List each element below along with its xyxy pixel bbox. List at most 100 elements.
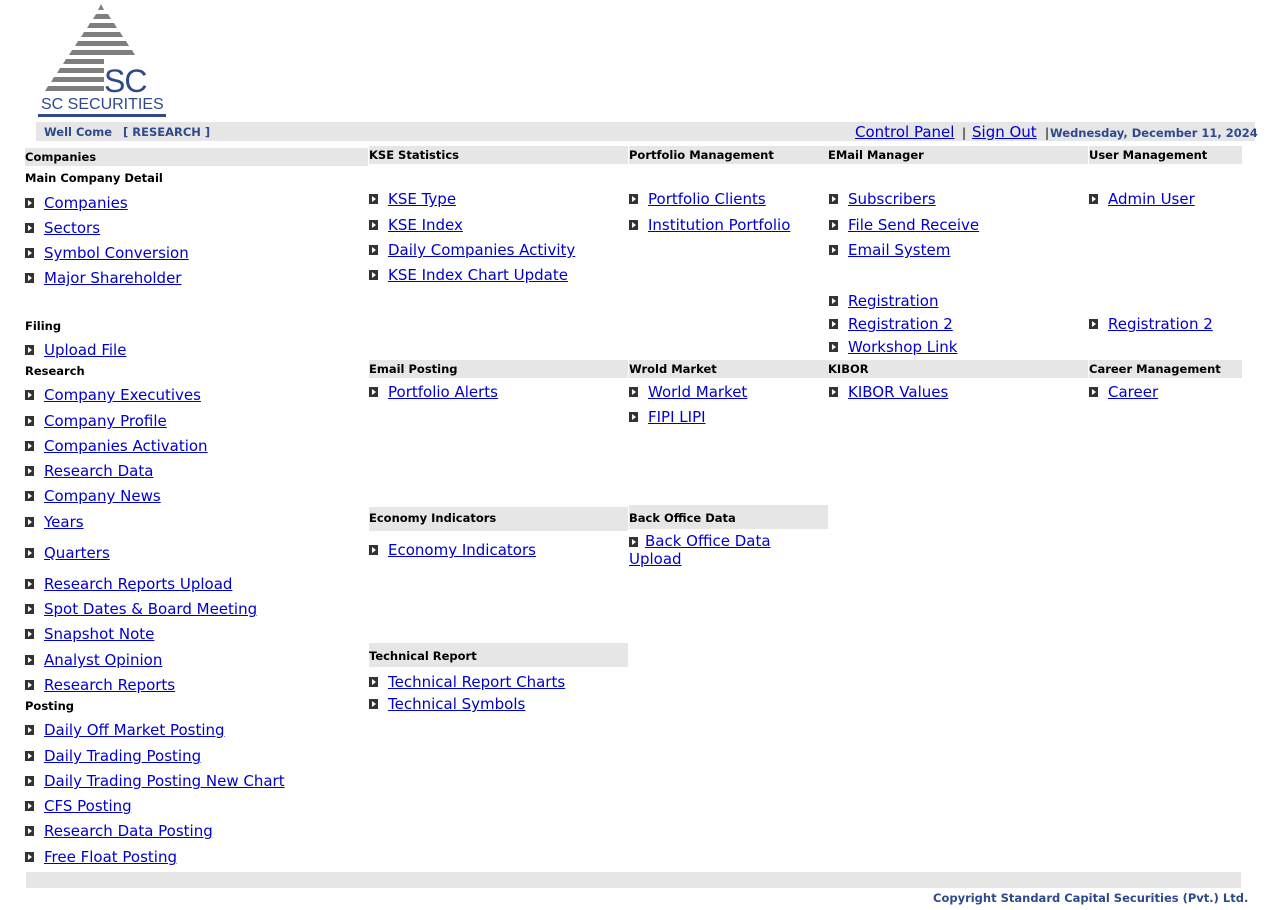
- kse-index-chart-update-link[interactable]: KSE Index Chart Update: [388, 266, 568, 284]
- career-link[interactable]: Career: [1108, 383, 1158, 401]
- list-item: Registration 2: [1089, 314, 1213, 334]
- technical-report-charts-link[interactable]: Technical Report Charts: [388, 673, 565, 691]
- companies-link[interactable]: Companies: [44, 194, 128, 212]
- company-executives-link[interactable]: Company Executives: [44, 386, 201, 404]
- list-item: Company Executives: [25, 385, 201, 405]
- daily-off-market-posting-link[interactable]: Daily Off Market Posting: [44, 721, 225, 739]
- arrow-bullet-icon: [829, 319, 838, 329]
- arrow-bullet-icon: [25, 345, 34, 355]
- major-shareholder-link[interactable]: Major Shareholder: [44, 269, 181, 287]
- companies-heading: Companies: [25, 148, 368, 166]
- list-item: Research Reports Upload: [25, 574, 232, 594]
- arrow-bullet-icon: [25, 491, 34, 501]
- research-data-posting-link[interactable]: Research Data Posting: [44, 822, 213, 840]
- list-item: Email System: [829, 240, 950, 260]
- back-office-data-upload-link[interactable]: Back Office Data Upload: [629, 532, 771, 568]
- subscribers-link[interactable]: Subscribers: [848, 190, 936, 208]
- company-news-link[interactable]: Company News: [44, 487, 161, 505]
- years-link[interactable]: Years: [44, 513, 84, 531]
- control-panel-link[interactable]: Control Panel: [855, 123, 954, 141]
- list-item: Registration: [829, 291, 938, 311]
- back-office-data-heading: Back Office Data: [629, 505, 828, 529]
- email-system-link[interactable]: Email System: [848, 241, 950, 259]
- arrow-bullet-icon: [25, 826, 34, 836]
- cfs-posting-link[interactable]: CFS Posting: [44, 797, 132, 815]
- free-float-posting-link[interactable]: Free Float Posting: [44, 848, 177, 866]
- kse-index-link[interactable]: KSE Index: [388, 216, 463, 234]
- kse-statistics-heading: KSE Statistics: [369, 146, 628, 164]
- filing-label: Filing: [25, 319, 62, 333]
- registration-2-link[interactable]: Registration 2: [1108, 315, 1213, 333]
- technical-symbols-link[interactable]: Technical Symbols: [388, 695, 525, 713]
- daily-trading-posting-new-chart-link[interactable]: Daily Trading Posting New Chart: [44, 772, 285, 790]
- upload-file-link[interactable]: Upload File: [44, 341, 126, 359]
- list-item: Research Data Posting: [25, 821, 213, 841]
- arrow-bullet-icon: [25, 725, 34, 735]
- institution-portfolio-link[interactable]: Institution Portfolio: [648, 216, 790, 234]
- list-item: KSE Type: [369, 189, 456, 209]
- kibor-values-link[interactable]: KIBOR Values: [848, 383, 948, 401]
- workshop-link[interactable]: Workshop Link: [848, 338, 958, 356]
- economy-indicators-link[interactable]: Economy Indicators: [388, 541, 536, 559]
- research-data-link[interactable]: Research Data: [44, 462, 153, 480]
- daily-companies-activity-link[interactable]: Daily Companies Activity: [388, 241, 575, 259]
- list-item: Technical Report Charts: [369, 672, 565, 692]
- list-item: Subscribers: [829, 189, 936, 209]
- list-item: Symbol Conversion: [25, 243, 189, 263]
- arrow-bullet-icon: [25, 852, 34, 862]
- list-item: World Market: [629, 382, 747, 402]
- list-item: Workshop Link: [829, 337, 958, 357]
- portfolio-management-heading: Portfolio Management: [629, 146, 828, 164]
- arrow-bullet-icon: [25, 517, 34, 527]
- footer-bar: [26, 872, 1241, 888]
- world-market-link[interactable]: World Market: [648, 383, 747, 401]
- list-item: Daily Trading Posting: [25, 746, 201, 766]
- registration-2-link[interactable]: Registration 2: [848, 315, 953, 333]
- arrow-bullet-icon: [829, 220, 838, 230]
- registration-link[interactable]: Registration: [848, 292, 938, 310]
- list-item: FIPI LIPI: [629, 407, 706, 427]
- kse-type-link[interactable]: KSE Type: [388, 190, 456, 208]
- arrow-bullet-icon: [25, 604, 34, 614]
- arrow-bullet-icon: [369, 677, 378, 687]
- list-item: Research Data: [25, 461, 153, 481]
- logo-initials: SC: [104, 63, 147, 99]
- technical-report-heading: Technical Report: [369, 643, 628, 667]
- symbol-conversion-link[interactable]: Symbol Conversion: [44, 244, 189, 262]
- kibor-heading: KIBOR: [828, 360, 1088, 378]
- arrow-bullet-icon: [25, 548, 34, 558]
- list-item: Registration 2: [829, 314, 953, 334]
- arrow-bullet-icon: [25, 776, 34, 786]
- portfolio-clients-link[interactable]: Portfolio Clients: [648, 190, 766, 208]
- list-item: Analyst Opinion: [25, 650, 162, 670]
- world-market-heading: Wrold Market: [629, 360, 828, 378]
- quarters-link[interactable]: Quarters: [44, 544, 110, 562]
- research-reports-upload-link[interactable]: Research Reports Upload: [44, 575, 232, 593]
- spot-dates-link[interactable]: Spot Dates & Board Meeting: [44, 600, 257, 618]
- arrow-bullet-icon: [369, 699, 378, 709]
- sign-out-link[interactable]: Sign Out: [972, 123, 1037, 141]
- companies-activation-link[interactable]: Companies Activation: [44, 437, 208, 455]
- arrow-bullet-icon: [629, 220, 638, 230]
- company-profile-link[interactable]: Company Profile: [44, 412, 167, 430]
- arrow-bullet-icon: [25, 680, 34, 690]
- role-badge: [ RESEARCH ]: [123, 125, 211, 139]
- arrow-bullet-icon: [829, 296, 838, 306]
- analyst-opinion-link[interactable]: Analyst Opinion: [44, 651, 162, 669]
- portfolio-alerts-link[interactable]: Portfolio Alerts: [388, 383, 498, 401]
- list-item: Free Float Posting: [25, 847, 177, 867]
- sectors-link[interactable]: Sectors: [44, 219, 100, 237]
- daily-trading-posting-link[interactable]: Daily Trading Posting: [44, 747, 201, 765]
- list-item: Years: [25, 512, 84, 532]
- snapshot-note-link[interactable]: Snapshot Note: [44, 625, 154, 643]
- logo-name: SC SECURITIES: [41, 96, 164, 113]
- list-item: Economy Indicators: [369, 540, 536, 560]
- fipi-lipi-link[interactable]: FIPI LIPI: [648, 408, 706, 426]
- arrow-bullet-icon: [1089, 387, 1098, 397]
- research-reports-link[interactable]: Research Reports: [44, 676, 175, 694]
- file-send-receive-link[interactable]: File Send Receive: [848, 216, 979, 234]
- admin-user-link[interactable]: Admin User: [1108, 190, 1195, 208]
- list-item: Admin User: [1089, 189, 1195, 209]
- user-management-heading: User Management: [1089, 146, 1242, 164]
- list-item: Major Shareholder: [25, 268, 181, 288]
